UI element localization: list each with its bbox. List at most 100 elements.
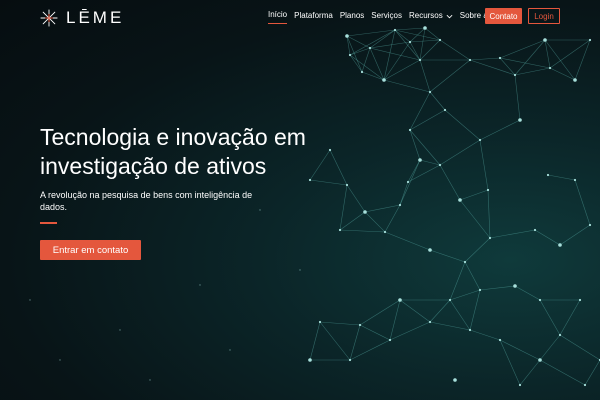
network-link: [449, 299, 471, 331]
network-node: [382, 78, 386, 82]
network-link: [399, 181, 409, 206]
network-link: [349, 339, 391, 361]
network-star: [29, 299, 31, 301]
network-link: [407, 159, 421, 183]
nav-item-planos[interactable]: Planos: [340, 10, 364, 24]
network-link: [514, 67, 551, 76]
hero-divider: [40, 222, 57, 224]
network-star: [259, 209, 261, 211]
network-link: [394, 29, 411, 43]
network-link: [359, 299, 401, 326]
network-node: [578, 298, 582, 302]
network-node: [443, 108, 447, 112]
network-link: [499, 39, 546, 59]
brand-name: LĒME: [66, 8, 125, 27]
network-link: [419, 59, 431, 93]
nav-item-inicio[interactable]: Início: [268, 9, 288, 24]
network-link: [469, 289, 481, 331]
network-link: [361, 71, 385, 81]
network-link: [309, 321, 321, 361]
network-link: [439, 164, 461, 201]
network-link: [429, 59, 471, 93]
nav-item-plataforma[interactable]: Plataforma: [294, 10, 333, 24]
network-link: [369, 29, 396, 49]
network-link: [479, 119, 521, 141]
network-link: [439, 139, 481, 166]
network-link: [346, 29, 396, 37]
network-link: [369, 41, 411, 49]
network-node: [558, 243, 562, 247]
network-link: [339, 229, 386, 233]
network-link: [409, 129, 441, 166]
network-node: [408, 128, 412, 132]
network-node: [583, 383, 587, 387]
network-link: [346, 35, 351, 56]
network-link: [534, 229, 561, 246]
page: LĒME Início Plataforma Planos Serviços R…: [0, 0, 600, 400]
network-link: [383, 29, 396, 81]
network-link: [364, 204, 401, 213]
network-node: [348, 358, 352, 362]
network-link: [399, 299, 431, 323]
network-link: [383, 59, 421, 81]
network-star: [199, 284, 201, 286]
network-link: [539, 334, 561, 361]
network-node: [498, 56, 502, 60]
network-node: [573, 178, 577, 182]
network-link: [409, 39, 441, 43]
network-link: [349, 47, 371, 56]
chevron-down-icon[interactable]: [446, 14, 453, 19]
network-node: [538, 358, 542, 362]
network-link: [444, 109, 481, 141]
network-node: [513, 284, 517, 288]
network-node: [428, 248, 432, 252]
network-link: [384, 231, 431, 251]
network-link: [429, 91, 446, 111]
network-link: [539, 359, 586, 386]
contact-button[interactable]: Contato: [485, 8, 522, 24]
network-node: [548, 66, 552, 70]
network-star: [119, 329, 121, 331]
network-link: [383, 79, 431, 93]
hero-title: Tecnologia e inovação em investigação de…: [40, 123, 340, 181]
network-node: [348, 53, 352, 57]
network-link: [559, 299, 581, 336]
network-node: [308, 358, 312, 362]
network-node: [438, 163, 442, 167]
network-link: [549, 39, 591, 69]
network-node: [588, 38, 592, 42]
network-link: [319, 321, 351, 361]
network-node: [393, 28, 397, 32]
network-link: [409, 27, 426, 43]
network-node: [345, 183, 349, 187]
network-node: [538, 298, 542, 302]
network-link: [424, 27, 441, 41]
network-star: [149, 379, 151, 381]
nav-item-recursos[interactable]: Recursos: [409, 10, 443, 24]
network-link: [544, 39, 576, 81]
network-link: [479, 139, 489, 191]
network-star: [59, 359, 61, 361]
network-link: [359, 324, 391, 341]
network-link: [539, 299, 561, 336]
network-node: [408, 40, 412, 44]
network-node: [518, 118, 522, 122]
network-node: [543, 38, 547, 42]
network-node: [423, 26, 427, 30]
contact-cta-button[interactable]: Entrar em contato: [40, 240, 141, 260]
logo[interactable]: LĒME: [40, 8, 124, 28]
network-link: [464, 237, 491, 263]
network-node: [478, 138, 482, 142]
network-node: [438, 38, 442, 42]
network-link: [429, 321, 471, 331]
nav-item-servicos[interactable]: Serviços: [371, 10, 402, 24]
network-link: [514, 39, 546, 76]
login-button[interactable]: Login: [528, 8, 560, 24]
network-link: [349, 29, 396, 56]
network-node: [398, 203, 402, 207]
network-link: [429, 299, 451, 323]
network-node: [368, 46, 372, 50]
network-node: [513, 73, 517, 77]
network-node: [463, 260, 467, 264]
network-link: [584, 359, 600, 386]
